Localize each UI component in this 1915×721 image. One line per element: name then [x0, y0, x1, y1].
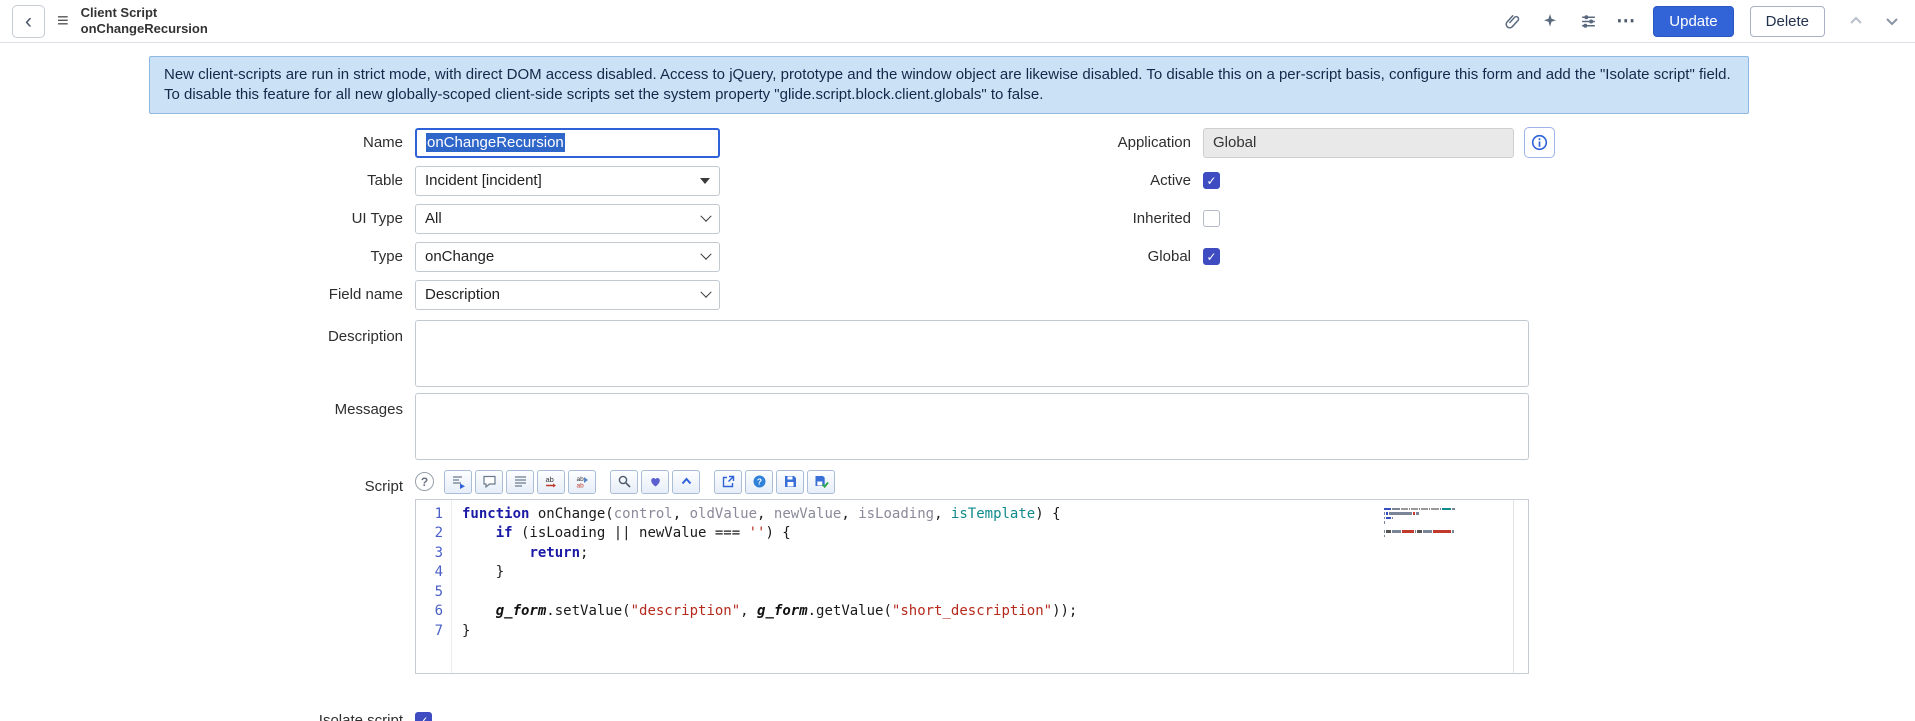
isolate-script-field-row: Isolate script ✓: [135, 702, 1795, 721]
global-checkbox[interactable]: ✓: [1203, 248, 1220, 266]
field-name-select[interactable]: Description: [415, 279, 720, 310]
type-field-row: Type onChange: [135, 238, 720, 276]
inherited-field-row: Inherited: [1003, 200, 1555, 238]
search-button[interactable]: [610, 469, 638, 494]
description-textarea[interactable]: [415, 319, 1529, 387]
field-name-label: Field name: [328, 286, 403, 304]
messages-label: Messages: [334, 400, 403, 418]
svg-text:ab: ab: [545, 475, 553, 484]
chevron-down-icon: [700, 286, 712, 298]
type-select-value: onChange: [425, 248, 495, 266]
script-help-button[interactable]: ?: [745, 469, 773, 494]
inherited-checkbox[interactable]: [1203, 210, 1220, 228]
personalize-form-sliders-icon[interactable]: [1577, 10, 1599, 32]
table-select[interactable]: Incident [incident]: [415, 165, 720, 196]
global-label: Global: [1147, 248, 1191, 266]
table-label: Table: [367, 172, 403, 190]
field-name-field-row: Field name Description: [135, 276, 720, 314]
toggle-comment-button[interactable]: [475, 469, 503, 494]
collapse-chevron-up-button[interactable]: [672, 469, 700, 494]
replace-all-button[interactable]: ab ab: [568, 469, 596, 494]
application-input-value: Global: [1213, 134, 1257, 152]
application-field-row: Application Global: [1003, 124, 1555, 162]
global-field-row: Global ✓: [1003, 238, 1555, 276]
strict-mode-info-banner: New client-scripts are run in strict mod…: [149, 56, 1749, 114]
delete-button[interactable]: Delete: [1749, 5, 1825, 37]
type-label: Type: [370, 248, 403, 266]
name-label: Name: [362, 134, 403, 152]
name-input[interactable]: onChangeRecursion: [415, 127, 720, 158]
name-input-value: onChangeRecursion: [426, 133, 565, 153]
script-field-row: Script ? ab ab ab ? 1 2 3 4 5 6 7 functi…: [135, 469, 1795, 674]
messages-textarea[interactable]: [415, 392, 1529, 460]
script-label: Script: [364, 477, 403, 495]
attachment-icon[interactable]: [1501, 10, 1523, 32]
isolate-script-label: Isolate script: [318, 712, 403, 721]
script-code-editor[interactable]: 1234567 function onChange(control, oldVa…: [415, 498, 1529, 674]
code-lines[interactable]: function onChange(control, oldValue, new…: [452, 500, 1077, 673]
save-button-icon[interactable]: [776, 469, 804, 494]
description-field-row: Description: [135, 319, 1795, 387]
table-field-row: Table Incident [incident]: [135, 162, 720, 200]
format-code-button[interactable]: [444, 469, 472, 494]
wrap-lines-button[interactable]: [506, 469, 534, 494]
back-button[interactable]: ‹: [12, 4, 45, 38]
active-label: Active: [1150, 172, 1191, 190]
record-name-label: onChangeRecursion: [80, 21, 208, 36]
script-editor-toolbar: ? ab ab ab ?: [415, 469, 1529, 494]
update-button[interactable]: Update: [1653, 5, 1734, 37]
record-title: Client Script onChangeRecursion: [81, 5, 208, 36]
chevron-down-icon: [700, 248, 712, 260]
open-in-window-button[interactable]: [714, 469, 742, 494]
chevron-down-icon: [700, 177, 710, 184]
messages-field-row: Messages: [135, 392, 1795, 460]
table-select-value: Incident [incident]: [425, 172, 542, 190]
personalize-wand-icon[interactable]: [1539, 10, 1561, 32]
record-type-label: Client Script: [80, 5, 158, 21]
active-field-row: Active ✓: [1003, 162, 1555, 200]
editor-minimap: [1384, 507, 1468, 538]
application-input: Global: [1203, 127, 1514, 158]
favorite-macro-heart-button[interactable]: [641, 469, 669, 494]
svg-text:ab: ab: [576, 483, 584, 490]
type-select[interactable]: onChange: [415, 241, 720, 272]
previous-record-chevron-up-icon[interactable]: [1845, 10, 1867, 32]
client-script-form: Name onChangeRecursion Table Incident [i…: [135, 124, 1795, 721]
ui-type-field-row: UI Type All: [135, 200, 720, 238]
ui-type-select-value: All: [425, 210, 442, 228]
ui-type-label: UI Type: [351, 210, 403, 228]
replace-button[interactable]: ab: [537, 469, 565, 494]
save-and-check-syntax-button[interactable]: [807, 469, 835, 494]
active-checkbox[interactable]: ✓: [1203, 172, 1220, 190]
editor-scrollbar-track[interactable]: [1513, 499, 1514, 673]
application-info-button[interactable]: [1524, 127, 1555, 159]
name-field-row: Name onChangeRecursion: [135, 124, 720, 162]
field-name-select-value: Description: [425, 286, 501, 304]
editor-help-icon[interactable]: ?: [415, 472, 434, 492]
inherited-label: Inherited: [1132, 210, 1191, 228]
next-record-chevron-down-icon[interactable]: [1881, 10, 1903, 32]
form-header: ‹ ≡ Client Script onChangeRecursion ⋯ Up…: [0, 0, 1915, 43]
chevron-down-icon: [700, 210, 712, 222]
svg-text:?: ?: [756, 477, 761, 487]
description-label: Description: [327, 327, 403, 345]
more-options-icon[interactable]: ⋯: [1615, 10, 1637, 32]
ui-type-select[interactable]: All: [415, 203, 720, 234]
application-label: Application: [1117, 134, 1191, 152]
gutter: 1234567: [416, 499, 452, 673]
isolate-script-checkbox[interactable]: ✓: [415, 712, 432, 721]
context-menu-icon[interactable]: ≡: [57, 10, 69, 33]
